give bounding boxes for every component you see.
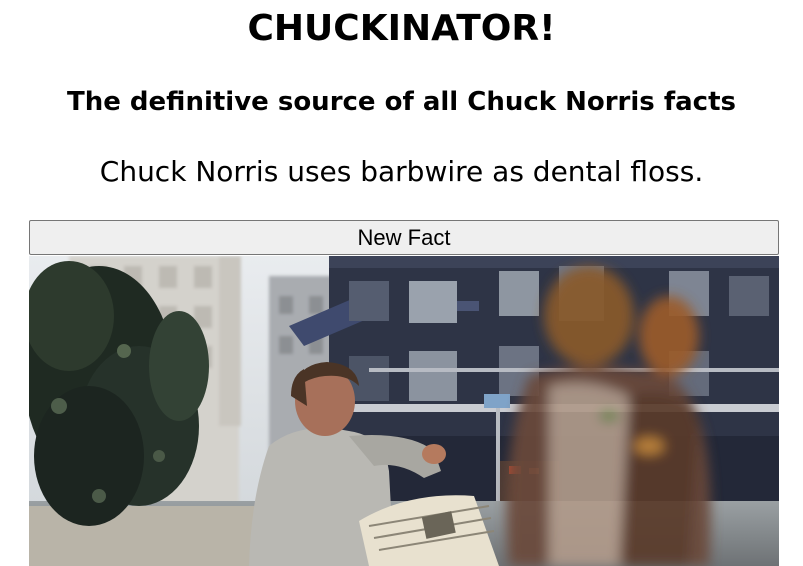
gif-scene [29, 256, 779, 566]
new-fact-button[interactable]: New Fact [29, 220, 779, 255]
page-title: CHUCKINATOR! [247, 8, 556, 49]
page-subtitle: The definitive source of all Chuck Norri… [67, 87, 736, 117]
fact-text: Chuck Norris uses barbwire as dental flo… [99, 155, 704, 188]
chuck-norris-gif [29, 256, 779, 566]
page: CHUCKINATOR! The definitive source of al… [0, 0, 803, 566]
